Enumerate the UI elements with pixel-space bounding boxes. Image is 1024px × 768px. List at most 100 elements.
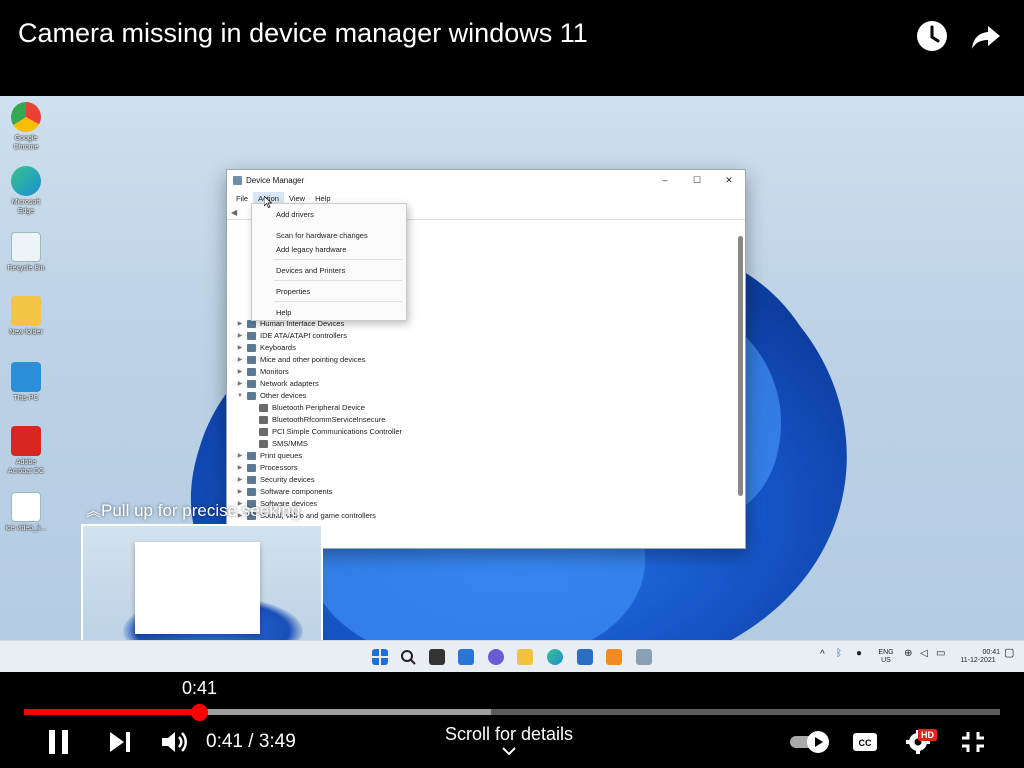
close-button[interactable]: ✕ [713, 175, 745, 186]
scroll-for-details[interactable]: Scroll for details [445, 724, 573, 755]
desktop-icon-folder[interactable]: New folder [4, 296, 48, 337]
chevron-right-icon[interactable]: ▶ [233, 450, 247, 462]
language-indicator[interactable]: ENG US [874, 649, 898, 665]
tree-child-item[interactable]: BluetoothRfcommServiceInsecure [233, 414, 735, 426]
widgets-icon[interactable] [458, 649, 474, 665]
next-icon[interactable] [108, 730, 132, 754]
menu-separator [274, 280, 402, 281]
video-top-bar: Camera missing in device manager windows… [0, 0, 1024, 96]
tree-category-item[interactable]: ▼ Other devices [233, 390, 735, 402]
desktop-icon-video-file[interactable]: ice video_k... [4, 492, 48, 533]
desktop-icon-edge[interactable]: Microsoft Edge [4, 166, 48, 216]
minimize-button[interactable]: – [649, 175, 681, 186]
share-icon[interactable] [968, 18, 1004, 54]
menu-item-devices-printers[interactable]: Devices and Printers [276, 266, 345, 275]
desktop-icon-recycle-bin[interactable]: Recycle Bin [4, 232, 48, 273]
chevron-right-icon[interactable]: ▶ [233, 378, 247, 390]
exit-fullscreen-icon[interactable] [960, 730, 986, 754]
desktop-icon-this-pc[interactable]: This PC [4, 362, 48, 403]
back-arrow-icon[interactable]: ◀ [231, 208, 237, 217]
tree-category-item[interactable]: ▶ Security devices [233, 474, 735, 486]
chevron-right-icon[interactable]: ▶ [233, 474, 247, 486]
tree-item-label: Keyboards [260, 343, 296, 352]
mouse-cursor-icon [264, 196, 272, 208]
menu-separator [274, 259, 402, 260]
device-icon [259, 428, 268, 436]
chevron-right-icon[interactable]: ▶ [233, 354, 247, 366]
tree-child-item[interactable]: Bluetooth Peripheral Device [233, 402, 735, 414]
volume-icon[interactable] [160, 729, 188, 755]
acrobat-icon [11, 426, 41, 456]
captions-icon[interactable]: CC [852, 732, 878, 752]
chevron-right-icon[interactable]: ▶ [233, 342, 247, 354]
tree-category-item[interactable]: ▶ Keyboards [233, 342, 735, 354]
tree-category-item[interactable]: ▶ Software devices [233, 498, 735, 510]
seek-hint: ︽Pull up for precise seeking [86, 500, 300, 521]
tree-category-item[interactable]: ▶ Processors [233, 462, 735, 474]
chevron-right-icon[interactable]: ▶ [233, 318, 247, 330]
microphone-icon[interactable]: ● [856, 649, 862, 659]
network-icon[interactable]: ⊕ [904, 649, 912, 659]
menu-file[interactable]: File [231, 192, 253, 205]
tree-category-item[interactable]: ▶ Print queues [233, 450, 735, 462]
menu-item-add-legacy-hardware[interactable]: Add legacy hardware [276, 245, 346, 254]
menu-item-add-drivers[interactable]: Add drivers [276, 210, 314, 219]
app-taskbar-icon[interactable] [606, 649, 622, 665]
tree-item-label: Security devices [260, 475, 315, 484]
tree-category-item[interactable]: ▶ Monitors [233, 366, 735, 378]
tree-category-item[interactable]: ▶ IDE ATA/ATAPI controllers [233, 330, 735, 342]
menu-item-help[interactable]: Help [276, 308, 291, 317]
chat-icon[interactable] [488, 649, 504, 665]
player-controls: 0:41 0:41 / 3:49 Scroll for details CC H… [0, 672, 1024, 768]
tree-category-item[interactable]: ▶ Sound, video and game controllers [233, 510, 735, 522]
tree-item-label: Print queues [260, 451, 303, 460]
video-frame[interactable]: Google Chrome Microsoft Edge Recycle Bin… [0, 96, 1024, 672]
progress-played [24, 709, 199, 715]
video-file-icon [11, 492, 41, 522]
battery-icon[interactable]: ▭ [936, 649, 945, 659]
edge-taskbar-icon[interactable] [547, 649, 563, 665]
taskbar-clock[interactable]: 00:41 11-12-2021 [956, 649, 1000, 665]
file-explorer-icon[interactable] [517, 649, 533, 665]
menu-item-properties[interactable]: Properties [276, 287, 310, 296]
pause-icon[interactable] [46, 728, 72, 756]
windows-start-icon[interactable] [372, 649, 388, 665]
device-icon [259, 404, 268, 412]
progress-scrubber[interactable] [190, 704, 208, 721]
tray-chevron-up-icon[interactable]: ^ [820, 650, 825, 660]
speaker-icon[interactable]: ◁ [920, 649, 928, 659]
chevron-right-icon[interactable]: ▶ [233, 330, 247, 342]
desktop-icon-acrobat[interactable]: Adobe Acrobat DC [4, 426, 48, 476]
tree-category-item[interactable]: ▶ Network adapters [233, 378, 735, 390]
progress-bar[interactable] [24, 704, 1000, 721]
tree-item-label: Bluetooth Peripheral Device [272, 403, 365, 412]
menu-item-scan-hardware[interactable]: Scan for hardware changes [276, 231, 368, 240]
recycle-bin-icon [11, 232, 41, 262]
autoplay-toggle-icon[interactable] [788, 730, 832, 754]
tree-item-label: BluetoothRfcommServiceInsecure [272, 415, 386, 424]
device-tree-scrollbar[interactable] [738, 236, 743, 496]
bluetooth-icon[interactable]: ᛒ [836, 649, 842, 659]
device-manager-title: Device Manager [246, 175, 305, 185]
tree-category-item[interactable]: ▶ Software components [233, 486, 735, 498]
chevron-right-icon[interactable]: ▶ [233, 462, 247, 474]
device-manager-titlebar[interactable]: Device Manager – ☐ ✕ [227, 170, 745, 190]
tree-category-item[interactable]: ▶ Mice and other pointing devices [233, 354, 735, 366]
tree-child-item[interactable]: PCI Simple Communications Controller [233, 426, 735, 438]
tree-child-item[interactable]: SMS/MMS [233, 438, 735, 450]
watch-later-clock-icon[interactable] [914, 18, 950, 54]
store-icon[interactable] [577, 649, 593, 665]
search-icon[interactable] [400, 649, 416, 665]
device-manager-taskbar-icon[interactable] [636, 649, 652, 665]
tree-item-label: Mice and other pointing devices [260, 355, 366, 364]
maximize-button[interactable]: ☐ [681, 175, 713, 186]
task-view-icon[interactable] [429, 649, 445, 665]
chevron-right-icon[interactable]: ▶ [233, 486, 247, 498]
tree-item-label: SMS/MMS [272, 439, 308, 448]
chevron-right-icon[interactable]: ▶ [233, 366, 247, 378]
notification-icon[interactable]: ▢ [1004, 648, 1014, 659]
device-icon [247, 392, 256, 400]
chevron-down-icon[interactable]: ▼ [233, 390, 247, 402]
tree-item-label: Processors [260, 463, 298, 472]
desktop-icon-chrome[interactable]: Google Chrome [4, 102, 48, 152]
